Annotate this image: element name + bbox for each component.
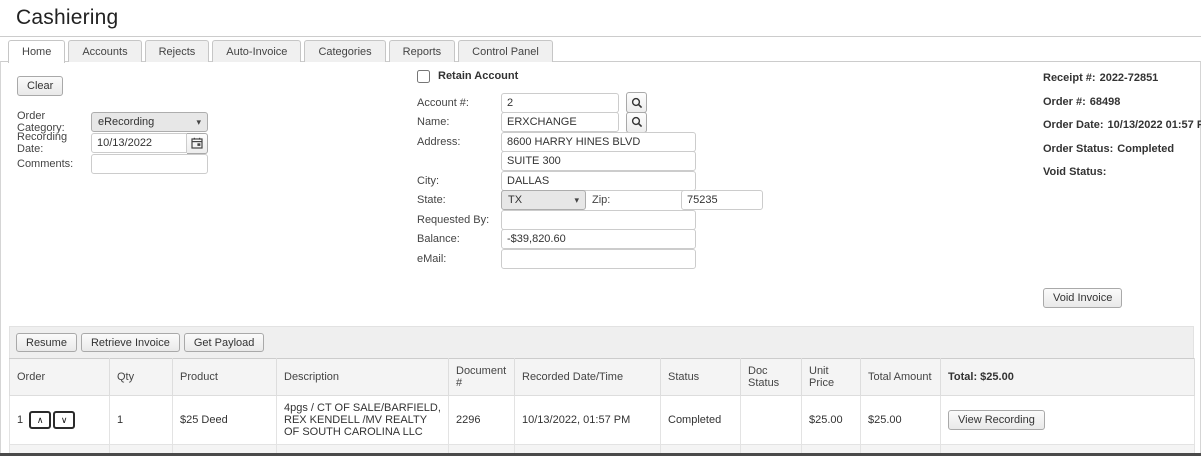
- col-qty: Qty: [110, 359, 173, 396]
- cashiering-screen: Cashiering Home Accounts Rejects Auto-In…: [0, 0, 1201, 456]
- tab-auto-invoice[interactable]: Auto-Invoice: [212, 40, 301, 62]
- col-document-number: Document #: [449, 359, 515, 396]
- cell-description: 4pgs / CT OF SALE/BARFIELD, REX KENDELL …: [277, 396, 449, 445]
- chevron-down-icon: ▾: [196, 117, 201, 128]
- cell-product: $25 Deed: [173, 396, 277, 445]
- cell-recorded-datetime: 10/13/2022, 01:57 PM: [515, 396, 661, 445]
- cell-doc-status: [741, 396, 802, 445]
- order-category-value: eRecording: [98, 116, 154, 128]
- title-divider: [0, 36, 1201, 37]
- tab-rejects[interactable]: Rejects: [145, 40, 210, 62]
- state-select[interactable]: TX ▾: [501, 190, 586, 210]
- order-date: Order Date:10/13/2022 01:57 PM: [1043, 119, 1195, 131]
- table-header-row: Order Qty Product Description Document #…: [10, 359, 1195, 396]
- col-doc-status: Doc Status: [741, 359, 802, 396]
- cell-total-amount: $25.00: [861, 396, 941, 445]
- order-items-table: Order Qty Product Description Document #…: [9, 358, 1195, 456]
- receipt-number: Receipt #:2022-72851: [1043, 72, 1195, 84]
- order-number: Order #:68498: [1043, 96, 1195, 108]
- retrieve-invoice-button[interactable]: Retrieve Invoice: [81, 333, 180, 352]
- address-line2-input[interactable]: [501, 151, 696, 171]
- order-detail-panel: Resume Retrieve Invoice Get Payload Orde…: [9, 326, 1194, 456]
- table-row: 1 ∧ ∨ 1 $25 Deed 4pgs / CT OF SALE/BARFI…: [10, 396, 1195, 445]
- receipt-info: Receipt #:2022-72851 Order #:68498 Order…: [1043, 72, 1195, 190]
- resume-button[interactable]: Resume: [16, 333, 77, 352]
- balance-label: Balance:: [417, 233, 501, 245]
- tab-reports[interactable]: Reports: [389, 40, 456, 62]
- comments-input[interactable]: [91, 154, 208, 174]
- col-description: Description: [277, 359, 449, 396]
- name-label: Name:: [417, 116, 501, 128]
- col-recorded-datetime: Recorded Date/Time: [515, 359, 661, 396]
- address-label: Address:: [417, 136, 501, 148]
- comments-label: Comments:: [17, 158, 91, 170]
- table-total: Total: $25.00: [941, 359, 1195, 396]
- view-recording-button[interactable]: View Recording: [948, 410, 1045, 430]
- name-search-button[interactable]: [626, 112, 647, 133]
- address-line1-input[interactable]: [501, 132, 696, 152]
- cell-qty: 1: [110, 396, 173, 445]
- cell-document-number: 2296: [449, 396, 515, 445]
- col-total-amount: Total Amount: [861, 359, 941, 396]
- city-input[interactable]: [501, 171, 696, 191]
- account-form: Retain Account Account #: Name:: [417, 68, 763, 269]
- order-toolbar: Resume Retrieve Invoice Get Payload: [9, 326, 1194, 358]
- order-category-select[interactable]: eRecording ▾: [91, 112, 208, 132]
- move-up-button[interactable]: ∧: [29, 411, 51, 429]
- account-number-label: Account #:: [417, 97, 501, 109]
- requested-by-input[interactable]: [501, 210, 696, 230]
- state-value: TX: [508, 194, 522, 206]
- name-input[interactable]: [501, 112, 619, 132]
- home-tab-panel: Clear Order Category: eRecording ▾ Recor…: [0, 61, 1201, 453]
- tab-categories[interactable]: Categories: [304, 40, 385, 62]
- cell-unit-price: $25.00: [802, 396, 861, 445]
- search-icon: [631, 116, 643, 128]
- recording-date-input[interactable]: [91, 133, 187, 153]
- account-number-input[interactable]: [501, 93, 619, 113]
- clear-button[interactable]: Clear: [17, 76, 63, 96]
- tab-accounts[interactable]: Accounts: [68, 40, 141, 62]
- recording-date-label: Recording Date:: [17, 131, 91, 155]
- order-sequence: 1: [17, 414, 23, 426]
- retain-account-label: Retain Account: [438, 70, 518, 82]
- zip-input[interactable]: [681, 190, 763, 210]
- tab-home[interactable]: Home: [8, 40, 65, 63]
- zip-label: Zip:: [592, 194, 676, 206]
- state-label: State:: [417, 194, 501, 206]
- chevron-down-icon: ▾: [574, 195, 579, 206]
- void-status: Void Status:: [1043, 166, 1195, 178]
- cell-status: Completed: [661, 396, 741, 445]
- search-icon: [631, 97, 643, 109]
- order-status: Order Status:Completed: [1043, 143, 1195, 155]
- get-payload-button[interactable]: Get Payload: [184, 333, 265, 352]
- retain-account-checkbox[interactable]: [417, 70, 430, 83]
- page-title: Cashiering: [16, 6, 118, 30]
- city-label: City:: [417, 175, 501, 187]
- account-search-button[interactable]: [626, 92, 647, 113]
- requested-by-label: Requested By:: [417, 214, 501, 226]
- calendar-icon: [191, 137, 203, 149]
- col-product: Product: [173, 359, 277, 396]
- order-options-form: Clear Order Category: eRecording ▾ Recor…: [17, 76, 208, 175]
- balance-input[interactable]: [501, 229, 696, 249]
- col-order: Order: [10, 359, 110, 396]
- email-label: eMail:: [417, 253, 501, 265]
- col-unit-price: Unit Price: [802, 359, 861, 396]
- move-down-button[interactable]: ∨: [53, 411, 75, 429]
- tab-bar: Home Accounts Rejects Auto-Invoice Categ…: [8, 40, 553, 63]
- col-status: Status: [661, 359, 741, 396]
- void-invoice-button[interactable]: Void Invoice: [1043, 288, 1122, 308]
- email-input[interactable]: [501, 249, 696, 269]
- calendar-button[interactable]: [187, 133, 208, 154]
- tab-control-panel[interactable]: Control Panel: [458, 40, 553, 62]
